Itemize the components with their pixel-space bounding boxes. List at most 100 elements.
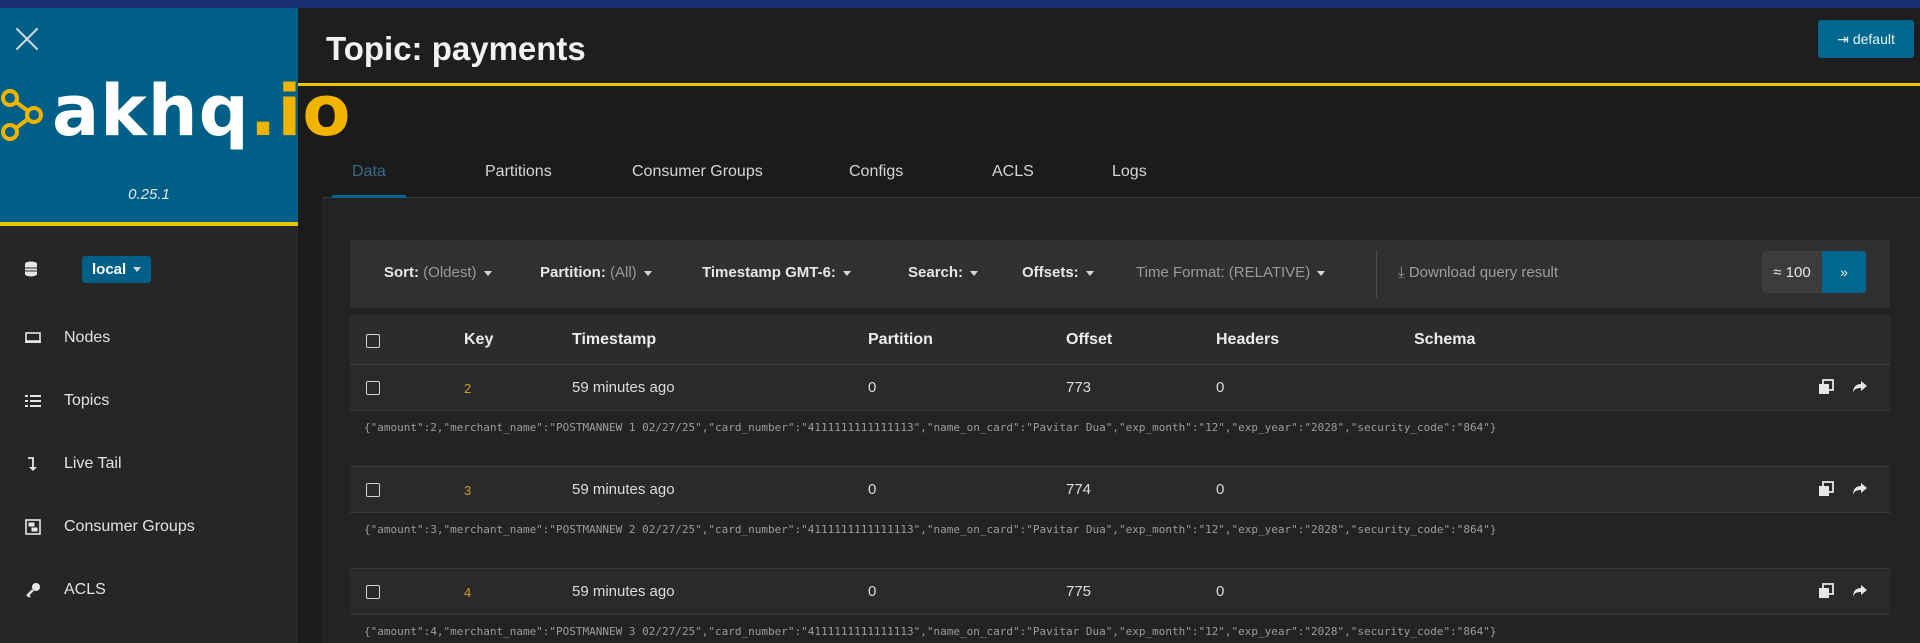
row-key: 2 [464,381,472,396]
tab-partitions[interactable]: Partitions [465,150,572,198]
share-icon[interactable] [1850,479,1870,499]
tab-consumer-groups[interactable]: Consumer Groups [612,150,783,198]
time-format-dropdown[interactable]: Time Format: (RELATIVE) [1136,264,1326,281]
object-group-icon [22,516,44,538]
login-button[interactable]: ⇥ default [1818,20,1914,58]
page-size-input[interactable]: ≈ 100 [1762,251,1822,293]
tab-data[interactable]: Data [332,150,406,198]
column-header-key: Key [464,331,494,348]
messages-table: Key Timestamp Partition Offset Headers S… [350,315,1890,643]
row-partition: 0 [868,583,877,600]
copy-icon[interactable] [1816,377,1836,397]
chevron-down-icon [133,267,142,273]
timestamp-dropdown[interactable]: Timestamp GMT-6: [702,264,851,281]
logo-area: akhq.io 0.25.1 [0,8,350,226]
page-header: Topic: payments ⇥ default [298,8,1920,86]
sidebar-item-label: ACLS [64,580,106,598]
column-header-offset: Offset [1066,331,1113,348]
row-timestamp: 59 minutes ago [572,379,675,396]
sidebar-item-consumer-groups[interactable]: Consumer Groups [0,495,298,558]
table-row[interactable]: 3 59 minutes ago 0 774 0 [350,467,1890,513]
copy-icon[interactable] [1816,479,1836,499]
page-title: Topic: payments [326,30,586,67]
row-actions [1816,581,1870,601]
message-value-row: {"amount":2,"merchant_name":"POSTMANNEW … [350,411,1890,467]
version-label: 0.25.1 [128,186,170,203]
cluster-badge[interactable]: local [82,255,152,283]
download-label: Download query result [1408,264,1559,281]
row-offset: 773 [1066,379,1092,396]
tab-acls[interactable]: ACLS [972,150,1054,198]
chevron-down-icon [643,270,652,276]
row-partition: 0 [868,379,877,396]
row-timestamp: 59 minutes ago [572,583,675,600]
row-key: 4 [464,585,472,600]
row-headers: 0 [1216,583,1225,600]
table-row[interactable]: 2 59 minutes ago 0 773 0 [350,365,1890,411]
chevron-down-icon [1085,270,1094,276]
row-partition: 0 [868,481,877,498]
chevron-down-icon [1317,270,1326,276]
tab-configs[interactable]: Configs [829,150,923,198]
sidebar-item-label: Consumer Groups [64,517,195,535]
database-icon [20,258,42,280]
next-page-button[interactable]: » [1822,251,1866,293]
sidebar-nav: Nodes Topics Live Tail Consumer Groups A… [0,306,298,621]
toolbar-divider [1376,250,1377,298]
row-offset: 775 [1066,583,1092,600]
download-icon: ⤓ [1398,264,1405,281]
topic-tabs: Data Partitions Consumer Groups Configs … [322,150,1920,198]
table-header: Key Timestamp Partition Offset Headers S… [350,315,1890,365]
sidebar-item-acls[interactable]: ACLS [0,558,298,621]
select-all-checkbox[interactable] [366,334,380,348]
message-value-row: {"amount":3,"merchant_name":"POSTMANNEW … [350,513,1890,569]
sidebar-item-topics[interactable]: Topics [0,369,298,432]
chevron-down-icon [970,270,979,276]
level-down-icon [22,453,44,475]
login-label: default [1852,31,1895,47]
column-header-schema: Schema [1414,331,1476,348]
table-row[interactable]: 4 59 minutes ago 0 775 0 [350,569,1890,615]
close-icon[interactable] [14,26,40,52]
row-headers: 0 [1216,481,1225,498]
message-value: {"amount":4,"merchant_name":"POSTMANNEW … [364,625,1497,638]
server-icon [22,327,44,349]
column-header-timestamp: Timestamp [572,331,657,348]
chevron-down-icon [842,270,851,276]
sidebar-item-label: Live Tail [64,454,122,472]
row-checkbox[interactable] [366,381,380,395]
list-icon [22,390,44,412]
message-value: {"amount":3,"merchant_name":"POSTMANNEW … [364,523,1497,536]
partition-dropdown[interactable]: Partition: (All) [540,264,652,281]
column-header-partition: Partition [868,331,933,348]
sidebar-item-nodes[interactable]: Nodes [0,306,298,369]
row-actions [1816,377,1870,397]
download-button[interactable]: ⤓ Download query result [1398,264,1558,281]
row-key: 3 [464,483,472,498]
cluster-selector[interactable]: local [20,254,152,284]
copy-icon[interactable] [1816,581,1836,601]
offsets-dropdown[interactable]: Offsets: [1022,264,1094,281]
sidebar: akhq.io 0.25.1 local Nodes Topics Live T… [0,8,350,643]
sort-dropdown[interactable]: Sort: (Oldest) [384,264,492,281]
sidebar-item-live-tail[interactable]: Live Tail [0,432,298,495]
sidebar-item-label: Nodes [64,328,111,346]
share-icon[interactable] [1850,377,1870,397]
row-checkbox[interactable] [366,585,380,599]
row-offset: 774 [1066,481,1092,498]
share-icon[interactable] [1850,581,1870,601]
sidebar-item-label: Topics [64,391,110,409]
row-checkbox[interactable] [366,483,380,497]
key-icon [22,579,44,601]
top-strip [0,0,1920,8]
message-value-row: {"amount":4,"merchant_name":"POSTMANNEW … [350,615,1890,643]
search-dropdown[interactable]: Search: [908,264,979,281]
logo-hex-icon [1,89,43,141]
data-toolbar: Sort: (Oldest) Partition: (All) Timestam… [350,240,1890,308]
row-headers: 0 [1216,379,1225,396]
row-timestamp: 59 minutes ago [572,481,675,498]
sign-in-icon: ⇥ [1837,30,1849,47]
row-actions [1816,479,1870,499]
tab-logs[interactable]: Logs [1092,150,1167,198]
column-header-headers: Headers [1216,331,1280,348]
